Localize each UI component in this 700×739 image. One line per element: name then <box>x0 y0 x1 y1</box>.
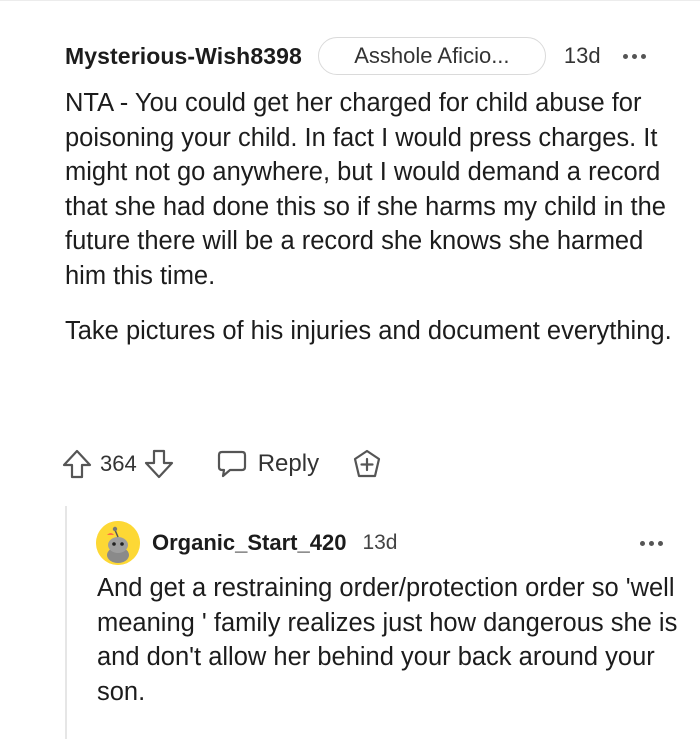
top-divider <box>0 0 700 1</box>
reply-body: And get a restraining order/protection o… <box>97 574 678 706</box>
comment-age: 13d <box>563 43 601 68</box>
more-options-icon[interactable] <box>640 540 663 546</box>
award-plus-icon <box>353 449 381 478</box>
vote-control: 364 <box>60 447 176 481</box>
comment-paragraph: NTA - You could get her charged for chil… <box>65 89 666 290</box>
downvote-arrow-icon[interactable] <box>142 447 176 481</box>
comment-header: Mysterious-Wish8398 Asshole Aficio... 13… <box>65 37 685 75</box>
vote-score: 364 <box>100 451 137 476</box>
comment-actions: 364 Reply <box>60 442 480 486</box>
speech-bubble-icon <box>216 448 248 480</box>
comment-paragraph: Take pictures of his injuries and docume… <box>65 317 672 345</box>
reply-author[interactable]: Organic_Start_420 <box>152 530 346 556</box>
reply-button[interactable]: Reply <box>216 448 319 480</box>
comment-body: NTA - You could get her charged for chil… <box>65 86 685 349</box>
snoo-avatar[interactable] <box>96 521 140 565</box>
user-flair: Asshole Aficio... <box>317 37 546 75</box>
more-options-icon[interactable] <box>622 53 646 59</box>
reply-age: 13d <box>362 531 398 554</box>
upvote-arrow-icon[interactable] <box>60 447 94 481</box>
reply-header: Organic_Start_420 13d <box>96 520 671 566</box>
award-button[interactable] <box>351 448 383 480</box>
reply-label: Reply <box>257 450 320 477</box>
comment-author[interactable]: Mysterious-Wish8398 <box>65 43 302 70</box>
thread-line[interactable] <box>65 506 67 739</box>
